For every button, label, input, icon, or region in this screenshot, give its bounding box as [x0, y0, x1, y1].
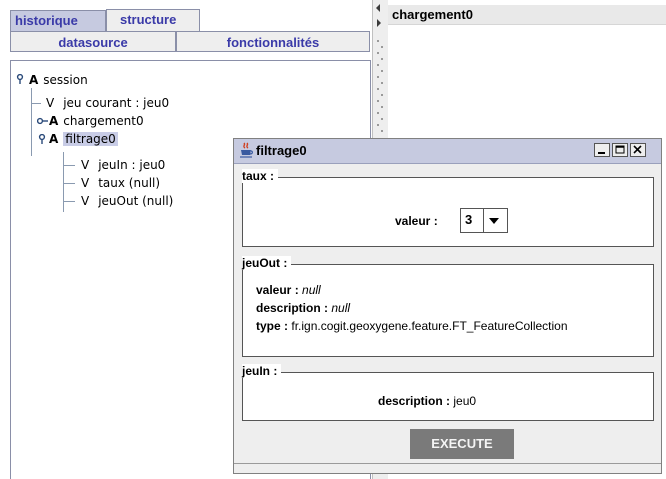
node-kind: V [81, 158, 90, 172]
dialog-bottom-edge [234, 463, 661, 467]
key-node-icon[interactable] [37, 116, 48, 126]
tree-node-jeuin[interactable]: VjeuIn : jeu0 [81, 156, 165, 174]
grip-dot [381, 70, 383, 72]
valeur-dropdown[interactable]: 3 [460, 208, 508, 233]
valeur-label: valeur : [395, 214, 438, 228]
tab-fonctionnalites[interactable]: fonctionnalités [176, 31, 370, 52]
group-title: taux : [242, 169, 279, 183]
tree-connector [63, 165, 75, 166]
tab-structure[interactable]: structure [106, 9, 200, 31]
tree-node-jeuout[interactable]: VjeuOut (null) [81, 192, 173, 210]
close-icon [633, 145, 642, 154]
maximize-icon [615, 145, 625, 154]
dialog-title: filtrage0 [256, 143, 307, 158]
tree-connector [31, 103, 41, 104]
field-label: description : [256, 301, 329, 315]
grip-dot [377, 52, 379, 54]
group-title: jeuIn : [242, 364, 282, 378]
field-value: null [331, 301, 351, 315]
group-jeuin: jeuIn : description : jeu0 [242, 364, 654, 421]
filtrage-dialog: filtrage0 taux : valeur : 3 jeuOut: val… [233, 138, 662, 474]
java-cup-icon [240, 142, 253, 158]
grip-dot [377, 76, 379, 78]
node-label-selected: filtrage0 [63, 132, 118, 146]
tree-node-filtrage[interactable]: Afiltrage0 [49, 130, 118, 148]
grip-dot [381, 130, 383, 132]
node-label: taux (null) [98, 176, 161, 190]
node-kind: A [49, 132, 59, 146]
key-node-icon[interactable] [37, 134, 48, 144]
node-kind: V [81, 194, 90, 208]
collapse-right-arrow-icon[interactable] [377, 19, 381, 27]
tree-node-taux[interactable]: Vtaux (null) [81, 174, 160, 192]
tree-node-chargement[interactable]: Achargement0 [49, 112, 144, 130]
grip-dot [381, 58, 383, 60]
dialog-titlebar[interactable]: filtrage0 [234, 139, 661, 164]
grip-dot [381, 118, 383, 120]
grip-dot [377, 124, 379, 126]
minimize-button[interactable] [594, 143, 610, 157]
grip-dot [377, 40, 379, 42]
field-label: type : [256, 319, 289, 333]
chevron-down-icon[interactable] [489, 218, 499, 224]
tree-connector [63, 183, 75, 184]
tree-node-session[interactable]: Asession [29, 71, 88, 89]
field-label: valeur : [256, 283, 299, 297]
group-taux: taux : valeur : 3 [242, 169, 654, 247]
node-label: jeu courant : jeu0 [63, 96, 170, 110]
key-node-icon[interactable] [15, 74, 26, 84]
grip-dot [381, 82, 383, 84]
node-kind: V [46, 96, 55, 110]
close-button[interactable] [630, 143, 646, 157]
group-title: jeuOut : [242, 256, 292, 270]
panel-header: chargement0 [388, 5, 666, 25]
tree-connector [63, 152, 64, 212]
tree-connector [63, 201, 75, 202]
tree-connector [31, 88, 32, 156]
node-label: jeuIn : jeu0 [98, 158, 166, 172]
maximize-button[interactable] [612, 143, 628, 157]
node-label: session [43, 73, 88, 87]
grip-dot [377, 100, 379, 102]
node-label: jeuOut (null) [98, 194, 174, 208]
node-kind: V [81, 176, 90, 190]
collapse-left-arrow-icon[interactable] [376, 4, 380, 12]
field-value: jeu0 [453, 394, 477, 408]
field-value: fr.ign.cogit.geoxygene.feature.FT_Featur… [291, 319, 568, 333]
grip-dot [377, 88, 379, 90]
node-label: chargement0 [63, 114, 144, 128]
grip-dot [381, 106, 383, 108]
tab-datasource[interactable]: datasource [10, 31, 176, 52]
node-kind: A [29, 73, 39, 87]
valeur-label-text: valeur : [395, 214, 438, 228]
field-label: description : [378, 394, 451, 408]
grip-dot [377, 112, 379, 114]
description-field: description : jeu0 [378, 394, 476, 408]
group-jeuout: jeuOut : valeur : null description : nul… [242, 256, 654, 357]
type-field: type : fr.ign.cogit.geoxygene.feature.FT… [256, 319, 568, 333]
grip-dot [381, 46, 383, 48]
dropdown-value: 3 [465, 212, 473, 227]
tab-historique[interactable]: historique [10, 10, 106, 31]
description-field: description : null [256, 301, 350, 315]
tree-node-jeu-courant[interactable]: Vjeu courant : jeu0 [46, 94, 169, 112]
node-kind: A [49, 114, 59, 128]
grip-dot [381, 94, 383, 96]
dropdown-divider [483, 209, 484, 232]
field-value: null [302, 283, 321, 297]
valeur-field: valeur : null [256, 283, 321, 297]
execute-button[interactable]: EXECUTE [410, 429, 514, 459]
minimize-icon [598, 152, 605, 154]
grip-dot [377, 64, 379, 66]
